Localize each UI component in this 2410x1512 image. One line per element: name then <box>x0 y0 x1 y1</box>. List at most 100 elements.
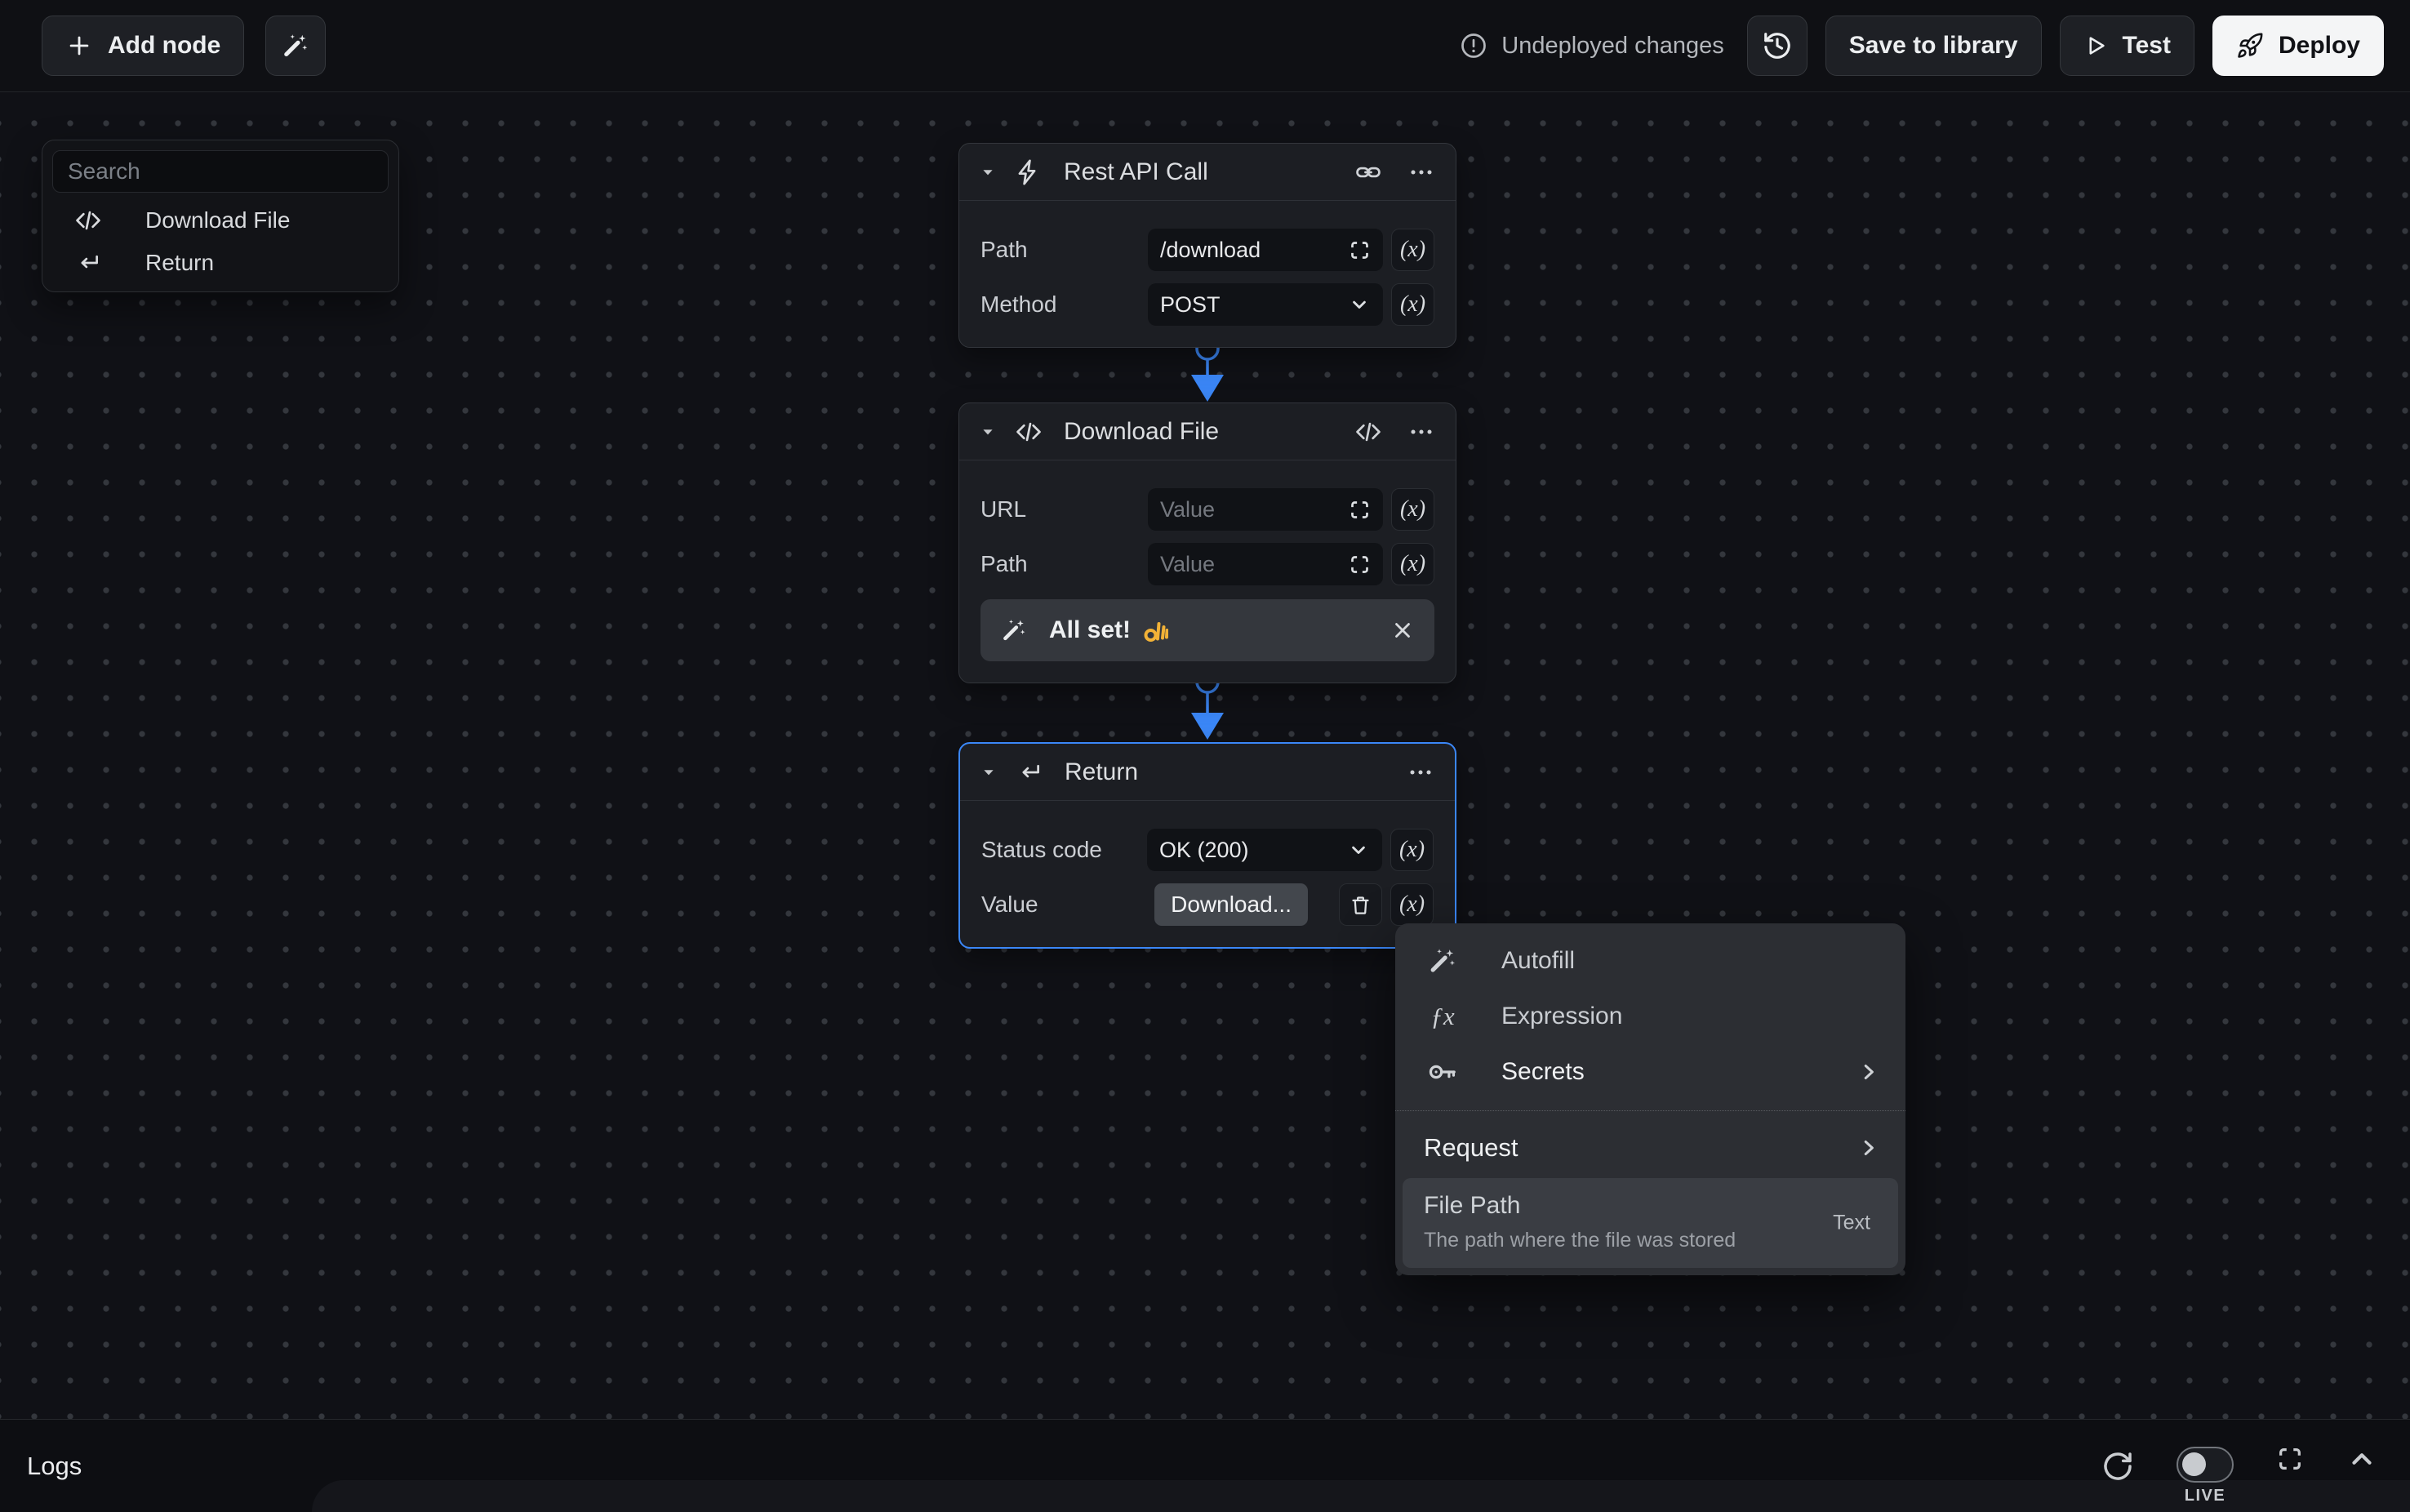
field-label: Status code <box>981 837 1102 863</box>
menu-item-request[interactable]: Request <box>1395 1122 1905 1174</box>
menu-item-secrets[interactable]: Secrets <box>1395 1044 1905 1100</box>
code-icon <box>70 207 106 234</box>
test-label: Test <box>2123 32 2171 60</box>
collapse-chevron-icon[interactable] <box>980 165 995 180</box>
wand-icon <box>281 31 310 60</box>
expression-x-button[interactable]: (x) <box>1391 283 1434 326</box>
menu-item-expression[interactable]: ƒx Expression <box>1395 989 1905 1044</box>
close-icon[interactable] <box>1390 618 1415 643</box>
expand-icon[interactable] <box>1349 239 1371 261</box>
menu-item-autofill[interactable]: Autofill <box>1395 933 1905 989</box>
ai-wand-button[interactable] <box>265 16 326 76</box>
node-rest-api-call[interactable]: Rest API Call Path /download <box>958 143 1456 348</box>
live-label: LIVE <box>2185 1487 2225 1505</box>
add-node-button[interactable]: Add node <box>42 16 244 76</box>
return-icon <box>70 249 106 277</box>
chevron-down-icon <box>1348 293 1371 316</box>
refresh-icon[interactable] <box>2101 1450 2134 1483</box>
logs-bar: Logs LIVE <box>0 1419 2410 1512</box>
menu-item-label: Request <box>1424 1133 1518 1163</box>
collapse-panel-chevron-up-icon[interactable] <box>2346 1443 2377 1474</box>
logs-label: Logs <box>27 1452 82 1481</box>
field-row-value: Value Download... (x) <box>981 883 1434 926</box>
save-to-library-label: Save to library <box>1849 32 2018 60</box>
field-label: Method <box>980 291 1056 318</box>
fullscreen-icon[interactable] <box>2276 1445 2304 1473</box>
expand-icon[interactable] <box>1349 554 1371 576</box>
file-path-title: File Path <box>1424 1192 1874 1220</box>
collapse-chevron-icon[interactable] <box>981 765 996 780</box>
expression-x-button[interactable]: (x) <box>1391 229 1434 271</box>
key-icon <box>1425 1056 1461 1087</box>
collapse-chevron-icon[interactable] <box>980 425 995 439</box>
url-input[interactable]: Value <box>1148 488 1383 531</box>
node-title: Rest API Call <box>1064 158 1208 186</box>
node-return[interactable]: Return Status code OK (200) (x) <box>958 742 1456 949</box>
palette-item-return[interactable]: Return <box>52 242 389 284</box>
all-set-banner: All set! <box>980 599 1434 661</box>
field-row-method: Method POST (x) <box>980 283 1434 326</box>
ellipsis-icon[interactable] <box>1408 159 1434 185</box>
status-code-select[interactable]: OK (200) <box>1147 829 1382 871</box>
chevron-down-icon <box>1347 838 1370 861</box>
toolbar-left: Add node <box>0 16 326 76</box>
expression-x-button[interactable]: (x) <box>1390 829 1434 871</box>
node-title: Download File <box>1064 418 1219 446</box>
history-icon <box>1762 30 1793 61</box>
code-editor-icon[interactable] <box>1354 418 1382 446</box>
menu-item-label: Secrets <box>1501 1058 1585 1086</box>
deploy-label: Deploy <box>2279 32 2360 60</box>
save-to-library-button[interactable]: Save to library <box>1825 16 2042 76</box>
method-select[interactable]: POST <box>1148 283 1383 326</box>
undeployed-status: Undeployed changes <box>1459 31 1723 60</box>
toggle-knob <box>2182 1452 2206 1476</box>
menu-item-file-path[interactable]: File Path The path where the file was st… <box>1403 1178 1898 1268</box>
field-label: Path <box>980 237 1028 263</box>
ok-hand-icon <box>1142 617 1168 643</box>
ellipsis-icon[interactable] <box>1407 759 1434 785</box>
menu-item-label: Autofill <box>1501 947 1575 975</box>
node-header: Return <box>960 744 1455 801</box>
node-search-panel: Search Download File Return <box>42 140 399 292</box>
zap-icon <box>1015 158 1043 186</box>
link-icon[interactable] <box>1354 158 1382 186</box>
field-label: URL <box>980 496 1026 523</box>
test-button[interactable]: Test <box>2060 16 2194 76</box>
expand-icon[interactable] <box>1349 499 1371 521</box>
node-header: Download File <box>959 403 1456 460</box>
alert-circle-icon <box>1459 31 1488 60</box>
node-download-file[interactable]: Download File URL Value <box>958 402 1456 683</box>
history-button[interactable] <box>1747 16 1808 76</box>
palette-item-download-file[interactable]: Download File <box>52 199 389 242</box>
expression-x-button[interactable]: (x) <box>1391 488 1434 531</box>
toolbar-right: Undeployed changes Save to library Test <box>1459 16 2410 76</box>
plus-icon <box>65 32 93 60</box>
value-context-menu: Autofill ƒx Expression Secrets Request F <box>1395 923 1905 1275</box>
wand-icon <box>1000 616 1028 644</box>
field-row-status-code: Status code OK (200) (x) <box>981 829 1434 871</box>
rocket-icon <box>2236 32 2264 60</box>
palette-item-label: Return <box>145 250 214 276</box>
expression-x-button[interactable]: (x) <box>1390 883 1434 926</box>
field-label: Value <box>981 892 1038 918</box>
play-icon <box>2083 33 2108 58</box>
path-input[interactable]: /download <box>1148 229 1383 271</box>
ellipsis-icon[interactable] <box>1408 419 1434 445</box>
delete-value-button[interactable] <box>1339 883 1382 926</box>
undeployed-label: Undeployed changes <box>1501 33 1723 60</box>
live-toggle[interactable] <box>2177 1447 2234 1483</box>
field-row-url: URL Value (x) <box>980 488 1434 531</box>
search-input[interactable]: Search <box>52 150 389 193</box>
chevron-right-icon <box>1856 1136 1881 1160</box>
expression-x-button[interactable]: (x) <box>1391 543 1434 585</box>
fx-icon: ƒx <box>1425 1002 1461 1031</box>
value-variable-chip[interactable]: Download... <box>1154 883 1308 926</box>
code-icon <box>1015 418 1043 446</box>
node-title: Return <box>1065 758 1138 786</box>
deploy-button[interactable]: Deploy <box>2212 16 2384 76</box>
path-input[interactable]: Value <box>1148 543 1383 585</box>
node-header: Rest API Call <box>959 144 1456 201</box>
field-row-path: Path Value (x) <box>980 543 1434 585</box>
file-path-description: The path where the file was stored <box>1424 1229 1874 1252</box>
menu-divider <box>1395 1110 1905 1111</box>
